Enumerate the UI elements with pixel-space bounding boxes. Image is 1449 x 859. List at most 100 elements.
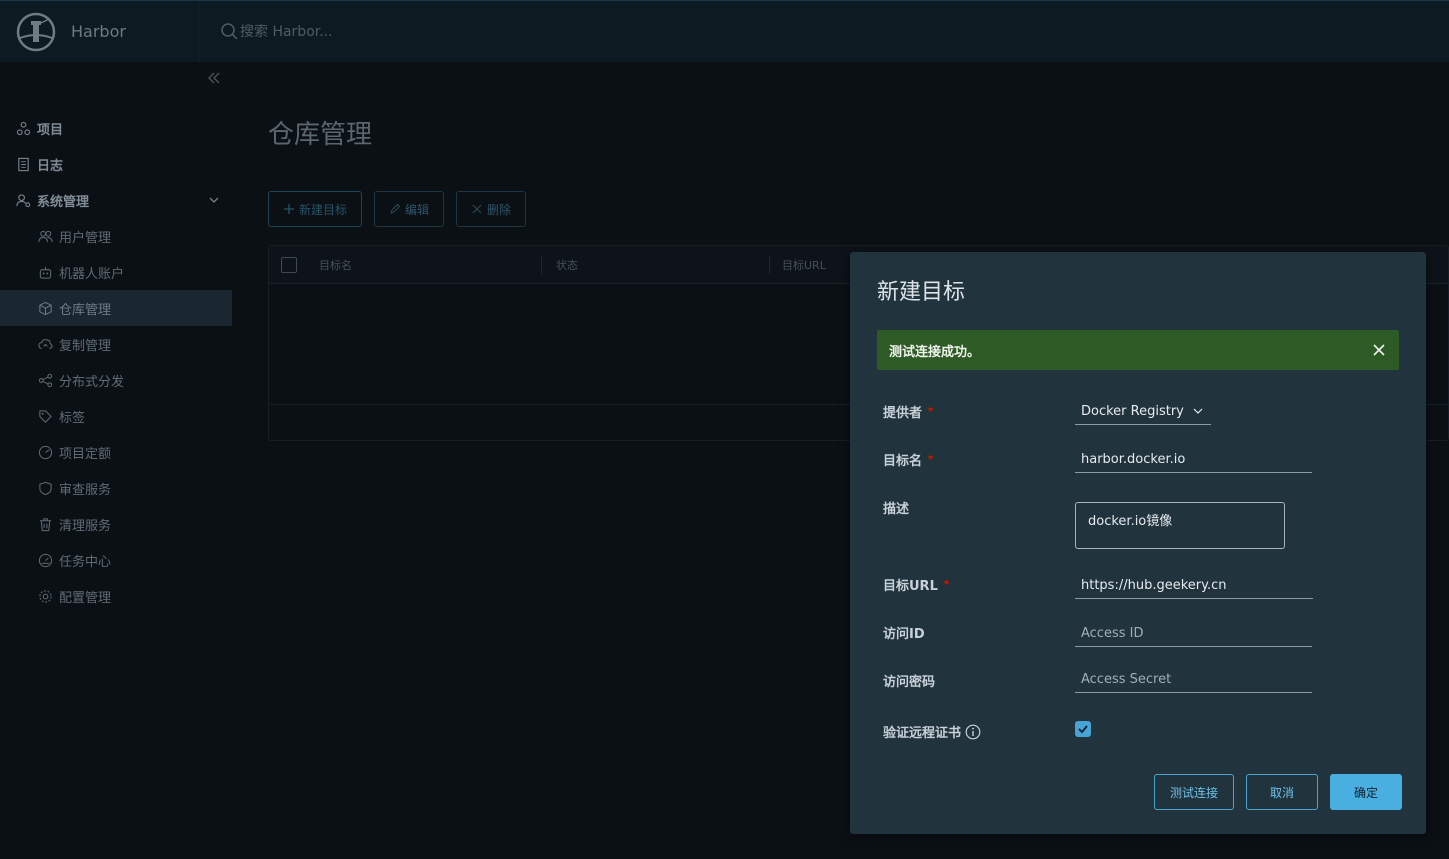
projects-icon (16, 121, 31, 135)
provider-label: 提供者 * (883, 402, 933, 421)
column-header-status[interactable]: 状态 (542, 246, 769, 284)
label-text: 访问ID (883, 627, 925, 642)
provider-value: Docker Registry (1081, 403, 1184, 419)
sidebar-item-label: 系统管理 (37, 194, 90, 210)
sidebar-item-config[interactable]: 配置管理 (0, 578, 232, 614)
sidebar-item-jobs[interactable]: 任务中心 (0, 542, 232, 578)
sidebar-item-projects[interactable]: 项目 (0, 110, 232, 146)
access-secret-input[interactable] (1075, 663, 1312, 693)
edit-button[interactable]: 编辑 (374, 191, 445, 227)
description-textarea[interactable]: docker.io镜像 (1075, 502, 1285, 549)
sidebar-item-logs[interactable]: 日志 (0, 146, 232, 182)
sidebar-item-label: 机器人账户 (59, 266, 125, 282)
plus-icon (284, 204, 294, 214)
sidebar-item-label: 标签 (59, 410, 86, 426)
search-icon (221, 22, 238, 40)
target-url-input[interactable] (1075, 569, 1313, 599)
new-target-button[interactable]: 新建目标 (268, 191, 363, 227)
provider-select[interactable]: Docker Registry (1075, 398, 1211, 425)
success-alert: 测试连接成功。 (877, 330, 1399, 370)
trash-icon (39, 517, 52, 531)
replication-icon (38, 338, 53, 349)
distribution-icon (38, 373, 53, 387)
logs-icon (18, 157, 29, 171)
alert-text: 测试连接成功。 (889, 344, 981, 360)
select-all-checkbox[interactable] (281, 256, 297, 273)
delete-button[interactable]: 删除 (456, 191, 527, 227)
pencil-icon (390, 203, 401, 214)
sidebar-item-label: 日志 (37, 158, 64, 174)
brand-name: Harbor (71, 22, 126, 41)
gear-icon (39, 589, 52, 603)
sidebar-item-labels[interactable]: 标签 (0, 398, 232, 434)
shield-icon (39, 481, 52, 495)
required-marker: * (928, 454, 934, 465)
button-label: 删除 (487, 202, 512, 217)
sidebar-item-scanners[interactable]: 审查服务 (0, 470, 232, 506)
sidebar-item-robots[interactable]: 机器人账户 (0, 254, 232, 290)
verify-cert-checkbox[interactable] (1075, 721, 1091, 737)
robot-icon (39, 266, 52, 279)
sidebar-item-label: 审查服务 (59, 482, 112, 498)
sidebar-item-label: 配置管理 (59, 590, 112, 606)
button-label: 编辑 (405, 202, 430, 217)
tag-icon (39, 409, 52, 423)
test-connection-button[interactable]: 测试连接 (1154, 774, 1234, 810)
sidebar-item-label: 项目 (37, 122, 64, 138)
brand[interactable]: Harbor (0, 0, 200, 63)
access-id-input[interactable] (1075, 617, 1312, 647)
sidebar-item-replication[interactable]: 复制管理 (0, 326, 232, 362)
access-secret-label: 访问密码 (883, 671, 935, 690)
sidebar-item-label: 用户管理 (59, 230, 112, 246)
collapse-sidebar-icon[interactable] (206, 70, 222, 86)
modal-title: 新建目标 (877, 280, 966, 305)
sidebar-item-quotas[interactable]: 项目定额 (0, 434, 232, 470)
new-target-modal: 新建目标 测试连接成功。 提供者 * Docker Registry 目标名 * 描… (850, 252, 1426, 834)
required-marker: * (928, 406, 934, 417)
cancel-button[interactable]: 取消 (1246, 774, 1318, 810)
label-text: 提供者 (883, 406, 923, 421)
toolbar: 新建目标 编辑 删除 (268, 191, 527, 227)
sidebar-item-label: 分布式分发 (59, 374, 125, 390)
info-icon[interactable] (965, 724, 981, 740)
access-id-label: 访问ID (883, 623, 925, 642)
sidebar-item-registries[interactable]: 仓库管理 (0, 290, 232, 326)
search-input[interactable] (240, 23, 540, 40)
checkmark-icon (1078, 725, 1088, 734)
sidebar-item-distribution[interactable]: 分布式分发 (0, 362, 232, 398)
label-text: 目标URL (883, 579, 938, 594)
page-title: 仓库管理 (268, 120, 373, 150)
sidebar-item-users[interactable]: 用户管理 (0, 218, 232, 254)
users-icon (38, 230, 53, 242)
chevron-down-icon (1193, 408, 1203, 414)
label-text: 验证远程证书 (883, 726, 962, 741)
verify-cert-label: 验证远程证书 (883, 722, 981, 741)
label-text: 目标名 (883, 454, 923, 469)
description-label: 描述 (883, 498, 909, 517)
column-header-name[interactable]: 目标名 (319, 246, 541, 284)
close-icon[interactable] (1369, 340, 1389, 360)
label-text: 描述 (883, 502, 910, 517)
sidebar-item-label: 复制管理 (59, 338, 112, 354)
close-icon (472, 204, 482, 214)
admin-icon (16, 193, 31, 207)
sidebar-item-admin[interactable]: 系统管理 (0, 182, 232, 218)
harbor-logo-icon (16, 12, 56, 51)
ok-button[interactable]: 确定 (1330, 774, 1402, 810)
sidebar-item-label: 任务中心 (59, 554, 112, 570)
sidebar-item-label: 仓库管理 (59, 302, 112, 318)
sidebar-item-label: 清理服务 (59, 518, 112, 534)
dashboard-icon (38, 553, 53, 567)
sidebar-nav: 项目 日志 系统管理 用户管理 机器人账户 仓库管理 复制管理 分布式分发 标签… (0, 110, 232, 614)
top-header: Harbor (0, 0, 1449, 63)
button-label: 新建目标 (299, 202, 348, 217)
sidebar: 项目 日志 系统管理 用户管理 机器人账户 仓库管理 复制管理 分布式分发 标签… (0, 62, 232, 859)
required-marker: * (943, 579, 950, 590)
global-search (220, 22, 540, 42)
chevron-down-icon[interactable] (208, 194, 220, 206)
sidebar-item-label: 项目定额 (59, 446, 112, 462)
sidebar-item-cleanup[interactable]: 清理服务 (0, 506, 232, 542)
url-label: 目标URL * (883, 575, 949, 594)
target-name-input[interactable] (1075, 443, 1312, 473)
quota-icon (38, 445, 53, 459)
